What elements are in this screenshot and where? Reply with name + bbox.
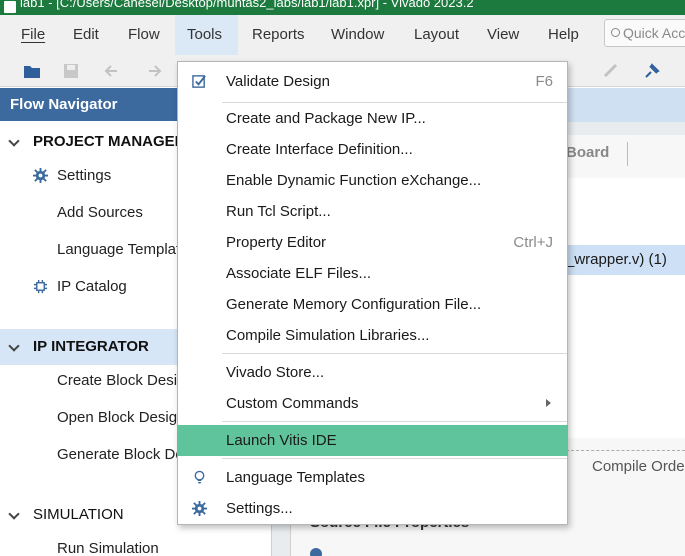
menu-item-custom-commands[interactable]: Custom Commands	[178, 388, 567, 419]
menu-item-property-editor[interactable]: Property Editor Ctrl+J	[178, 227, 567, 258]
project-header-strip	[565, 88, 685, 122]
quick-access-search[interactable]: Quick Access	[604, 19, 685, 47]
lightbulb-icon	[194, 470, 205, 484]
menu-item-create-package-ip[interactable]: Create and Package New IP...	[178, 103, 567, 134]
undo-icon[interactable]	[104, 62, 122, 80]
tab-board[interactable]: Board	[566, 144, 609, 161]
menu-item-vivado-store[interactable]: Vivado Store...	[178, 357, 567, 388]
search-icon	[611, 28, 620, 37]
tab-separator	[627, 142, 628, 166]
sources-tree	[566, 178, 685, 438]
menu-layout[interactable]: Layout	[414, 15, 459, 55]
info-icon	[310, 548, 322, 556]
menu-item-validate-design[interactable]: Validate Design F6	[178, 66, 567, 97]
window-title: lab1 - [C:/Users/Canesel/Desktop/muntas2…	[20, 0, 474, 10]
tab-compile-order[interactable]: Compile Order	[566, 450, 685, 482]
menu-item-associate-elf[interactable]: Associate ELF Files...	[178, 258, 567, 289]
chevron-down-icon	[8, 135, 20, 147]
menu-edit[interactable]: Edit	[73, 15, 99, 55]
menu-reports[interactable]: Reports	[252, 15, 305, 55]
menu-tools[interactable]: Tools	[175, 15, 238, 55]
menu-item-generate-memory-config[interactable]: Generate Memory Configuration File...	[178, 289, 567, 320]
menu-item-create-interface-definition[interactable]: Create Interface Definition...	[178, 134, 567, 165]
open-folder-icon[interactable]	[23, 62, 41, 80]
menu-item-settings[interactable]: Settings...	[178, 493, 567, 524]
menu-item-compile-sim-libs[interactable]: Compile Simulation Libraries...	[178, 320, 567, 351]
save-icon[interactable]	[62, 62, 80, 80]
gear-icon	[33, 168, 48, 183]
redo-icon[interactable]	[144, 62, 162, 80]
gear-icon	[192, 501, 207, 516]
ip-catalog-icon	[33, 279, 48, 294]
menu-help[interactable]: Help	[548, 15, 579, 55]
nav-item-run-simulation[interactable]: Run Simulation	[0, 531, 272, 556]
menu-separator	[222, 458, 567, 459]
eraser-icon[interactable]	[602, 62, 620, 80]
menu-view[interactable]: View	[487, 15, 519, 55]
submenu-arrow-icon	[546, 399, 551, 407]
chevron-down-icon	[8, 340, 20, 352]
menu-item-launch-vitis-ide[interactable]: Launch Vitis IDE	[177, 425, 568, 456]
pin-icon[interactable]	[643, 62, 661, 80]
menu-item-enable-dfx[interactable]: Enable Dynamic Function eXchange...	[178, 165, 567, 196]
tools-menu-dropdown: Validate Design F6 Create and Package Ne…	[177, 61, 568, 525]
menu-flow[interactable]: Flow	[128, 15, 160, 55]
sources-tree-item-wrapper[interactable]: _wrapper.v) (1)	[566, 245, 685, 275]
vivado-app-icon	[4, 1, 16, 13]
menu-separator	[222, 421, 567, 422]
chevron-down-icon	[8, 508, 20, 520]
title-bar: lab1 - [C:/Users/Canesel/Desktop/muntas2…	[0, 0, 685, 15]
menu-file[interactable]: File	[21, 15, 45, 55]
checkbox-icon	[192, 75, 206, 88]
menu-item-run-tcl-script[interactable]: Run Tcl Script...	[178, 196, 567, 227]
menu-separator	[222, 353, 567, 354]
menu-window[interactable]: Window	[331, 15, 384, 55]
menu-item-language-templates[interactable]: Language Templates	[178, 462, 567, 493]
